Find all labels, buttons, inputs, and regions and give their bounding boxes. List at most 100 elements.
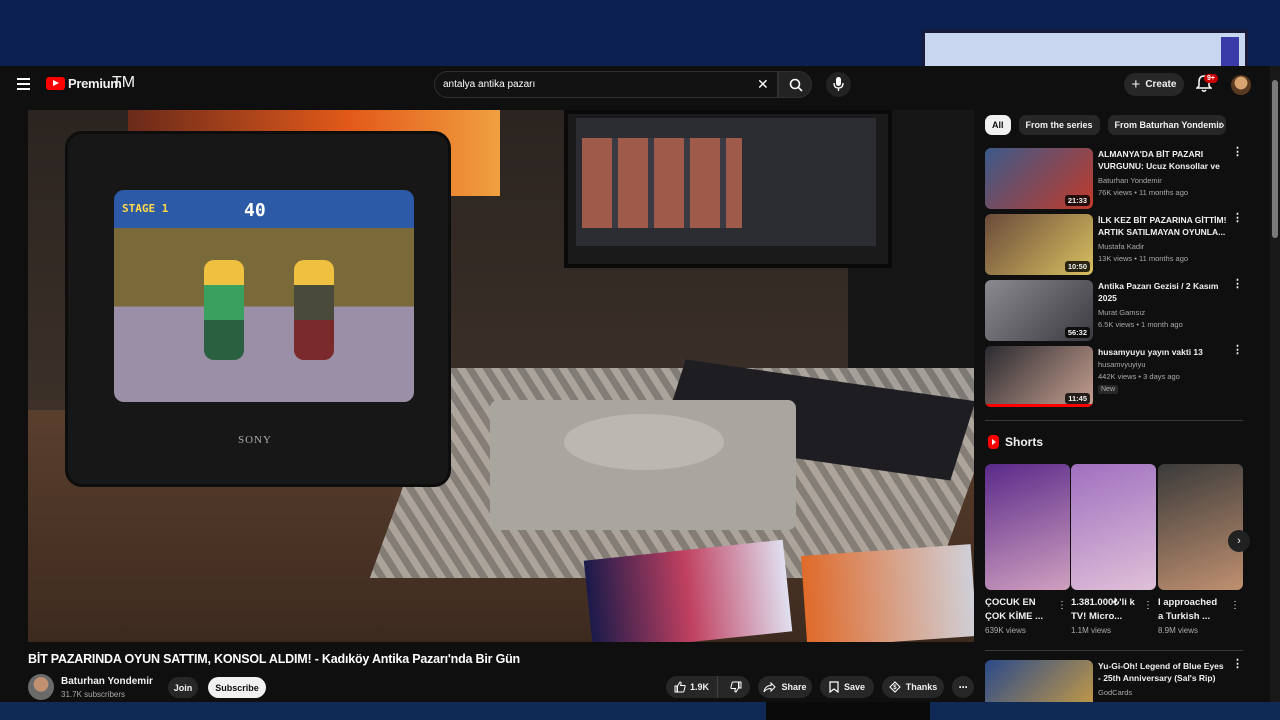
- video-item-channel[interactable]: husamvyuyiyu: [1098, 360, 1146, 369]
- short-views: 8.9M views: [1158, 626, 1199, 635]
- desktop-taskbar: [0, 702, 1280, 720]
- save-label: Save: [843, 682, 866, 692]
- like-dislike-group: 1.9K: [666, 676, 750, 698]
- close-icon[interactable]: ✕: [757, 76, 769, 93]
- scrollbar[interactable]: [1270, 66, 1280, 702]
- list-item[interactable]: 11:45 husamyuyu yayın vakti 13 husamvyuyiy…: [985, 345, 1265, 408]
- short-item[interactable]: I approached a Turkish ... 8.9M views ⋮: [1158, 464, 1243, 635]
- channel-name[interactable]: Baturhan Yondemir: [61, 676, 153, 687]
- video-item-title[interactable]: Yu-Gi-Oh! Legend of Blue Eyes - 25th Ann…: [1098, 660, 1228, 684]
- search-button[interactable]: [778, 71, 812, 98]
- shorts-title: Shorts: [1005, 435, 1044, 449]
- chevron-right-icon[interactable]: ›: [1220, 116, 1225, 132]
- short-title[interactable]: I approached a Turkish ...: [1158, 596, 1224, 624]
- video-title: BİT PAZARINDA OYUN SATTIM, KONSOL ALDIM!…: [28, 652, 520, 666]
- more-vert-icon[interactable]: ⋮: [1057, 600, 1067, 611]
- video-thumbnail[interactable]: 21:33: [985, 148, 1093, 209]
- short-title[interactable]: ÇOCUK EN ÇOK KİME ...: [985, 596, 1051, 624]
- bookmark-icon: [829, 681, 839, 693]
- video-frame-thumbnails: [582, 138, 742, 228]
- list-item[interactable]: 21:33 ALMANYA'DA BİT PAZARI VURGUNU: Ucuz…: [985, 147, 1265, 210]
- share-button[interactable]: Share: [758, 676, 812, 698]
- video-thumbnail[interactable]: 11:45: [985, 346, 1093, 407]
- short-thumbnail[interactable]: [985, 464, 1070, 590]
- video-duration: 21:33: [1064, 195, 1090, 206]
- video-frame-console: [490, 400, 796, 530]
- short-thumbnail[interactable]: [1071, 464, 1156, 590]
- shorts-next-button[interactable]: ›: [1228, 530, 1250, 552]
- avatar[interactable]: [1231, 75, 1251, 95]
- short-views: 639K views: [985, 626, 1026, 635]
- list-item[interactable]: 56:32 Antika Pazarı Gezisi / 2 Kasım 2025…: [985, 279, 1265, 342]
- video-item-title[interactable]: İLK KEZ BİT PAZARINA GİTTİM! ARTIK SATIL…: [1098, 214, 1228, 238]
- dislike-button[interactable]: [722, 676, 750, 698]
- more-vert-icon[interactable]: ⋮: [1232, 279, 1243, 290]
- game-fighter-right: [294, 260, 334, 360]
- shorts-heading: Shorts: [988, 435, 1043, 449]
- more-vert-icon[interactable]: ⋮: [1232, 147, 1243, 158]
- save-button[interactable]: Save: [820, 676, 874, 698]
- video-item-channel[interactable]: Baturhan Yondemir: [1098, 176, 1162, 185]
- video-frame-monitor-screen: [576, 118, 876, 246]
- video-duration: 11:45: [1065, 393, 1090, 404]
- game-hud-timer: 40: [244, 200, 266, 221]
- video-item-meta: 76K views • 11 months ago: [1098, 188, 1189, 197]
- video-item-title[interactable]: ALMANYA'DA BİT PAZARI VURGUNU: Ucuz Kons…: [1098, 148, 1228, 172]
- share-icon: [763, 681, 777, 692]
- video-duration: 10:50: [1064, 261, 1090, 272]
- video-item-channel[interactable]: GodCards: [1098, 688, 1132, 697]
- more-vert-icon[interactable]: ⋮: [1232, 659, 1243, 670]
- video-item-title[interactable]: Antika Pazarı Gezisi / 2 Kasım 2025: [1098, 280, 1228, 304]
- thanks-button[interactable]: $ Thanks: [882, 676, 944, 698]
- microphone-icon: [833, 77, 844, 91]
- video-frame-monitor: [564, 110, 892, 268]
- create-button[interactable]: + Create: [1124, 73, 1184, 96]
- video-item-channel[interactable]: Mustafa Kadir: [1098, 242, 1144, 251]
- short-item[interactable]: 1.381.000₺'li k TV! Micro... 1.1M views ⋮: [1071, 464, 1156, 635]
- game-fighter-left: [204, 260, 244, 360]
- thumbs-down-icon: [730, 681, 742, 693]
- chip-from-series[interactable]: From the series: [1018, 115, 1100, 135]
- video-item-channel[interactable]: Murat Gamsız: [1098, 308, 1145, 317]
- chip-all[interactable]: All: [985, 115, 1011, 135]
- video-player[interactable]: STAGE 1 40 SONY: [28, 110, 974, 642]
- video-thumbnail[interactable]: 10:50: [985, 214, 1093, 275]
- menu-button[interactable]: [14, 74, 34, 94]
- video-item-meta: 6.5K views • 1 month ago: [1098, 320, 1183, 329]
- subscribe-button[interactable]: Subscribe: [208, 677, 266, 698]
- short-thumbnail[interactable]: [1158, 464, 1243, 590]
- more-actions-button[interactable]: ···: [952, 676, 974, 698]
- game-hud-stage: STAGE 1: [122, 202, 169, 215]
- scrollbar-thumb[interactable]: [1272, 80, 1278, 238]
- voice-search-button[interactable]: [826, 72, 851, 97]
- video-thumbnail[interactable]: 56:32: [985, 280, 1093, 341]
- more-vert-icon[interactable]: ⋮: [1232, 213, 1243, 224]
- short-title[interactable]: 1.381.000₺'li k TV! Micro...: [1071, 596, 1137, 624]
- shorts-icon: [988, 435, 999, 449]
- list-item[interactable]: Yu-Gi-Oh! Legend of Blue Eyes - 25th Ann…: [985, 659, 1265, 702]
- divider: [985, 420, 1243, 421]
- chip-from-channel[interactable]: From Baturhan Yondemir: [1107, 115, 1226, 135]
- create-label: Create: [1145, 79, 1177, 90]
- list-item[interactable]: 10:50 İLK KEZ BİT PAZARINA GİTTİM! ARTIK …: [985, 213, 1265, 276]
- more-vert-icon[interactable]: ⋮: [1232, 345, 1243, 356]
- video-item-title[interactable]: husamyuyu yayın vakti 13: [1098, 346, 1228, 358]
- youtube-premium-logo[interactable]: Premium: [46, 76, 122, 91]
- short-views: 1.1M views: [1071, 626, 1112, 635]
- short-item[interactable]: ÇOCUK EN ÇOK KİME ... 639K views ⋮: [985, 464, 1070, 635]
- share-label: Share: [781, 682, 807, 692]
- new-badge: New: [1098, 385, 1119, 394]
- more-vert-icon[interactable]: ⋮: [1143, 600, 1153, 611]
- search-query: antalya antika pazarı: [443, 79, 536, 90]
- search-input[interactable]: antalya antika pazarı ✕: [434, 71, 778, 98]
- video-thumbnail[interactable]: [985, 660, 1093, 702]
- like-button[interactable]: 1.9K: [666, 676, 718, 698]
- thanks-icon: $: [888, 681, 901, 693]
- filter-chips: All From the series From Baturhan Yondem…: [985, 115, 1226, 135]
- thanks-label: Thanks: [905, 682, 938, 692]
- subscriber-count: 31.7K subscribers: [61, 690, 126, 699]
- channel-avatar[interactable]: [28, 674, 54, 700]
- console-lid: [564, 414, 724, 470]
- more-vert-icon[interactable]: ⋮: [1230, 600, 1240, 611]
- join-button[interactable]: Join: [168, 677, 198, 698]
